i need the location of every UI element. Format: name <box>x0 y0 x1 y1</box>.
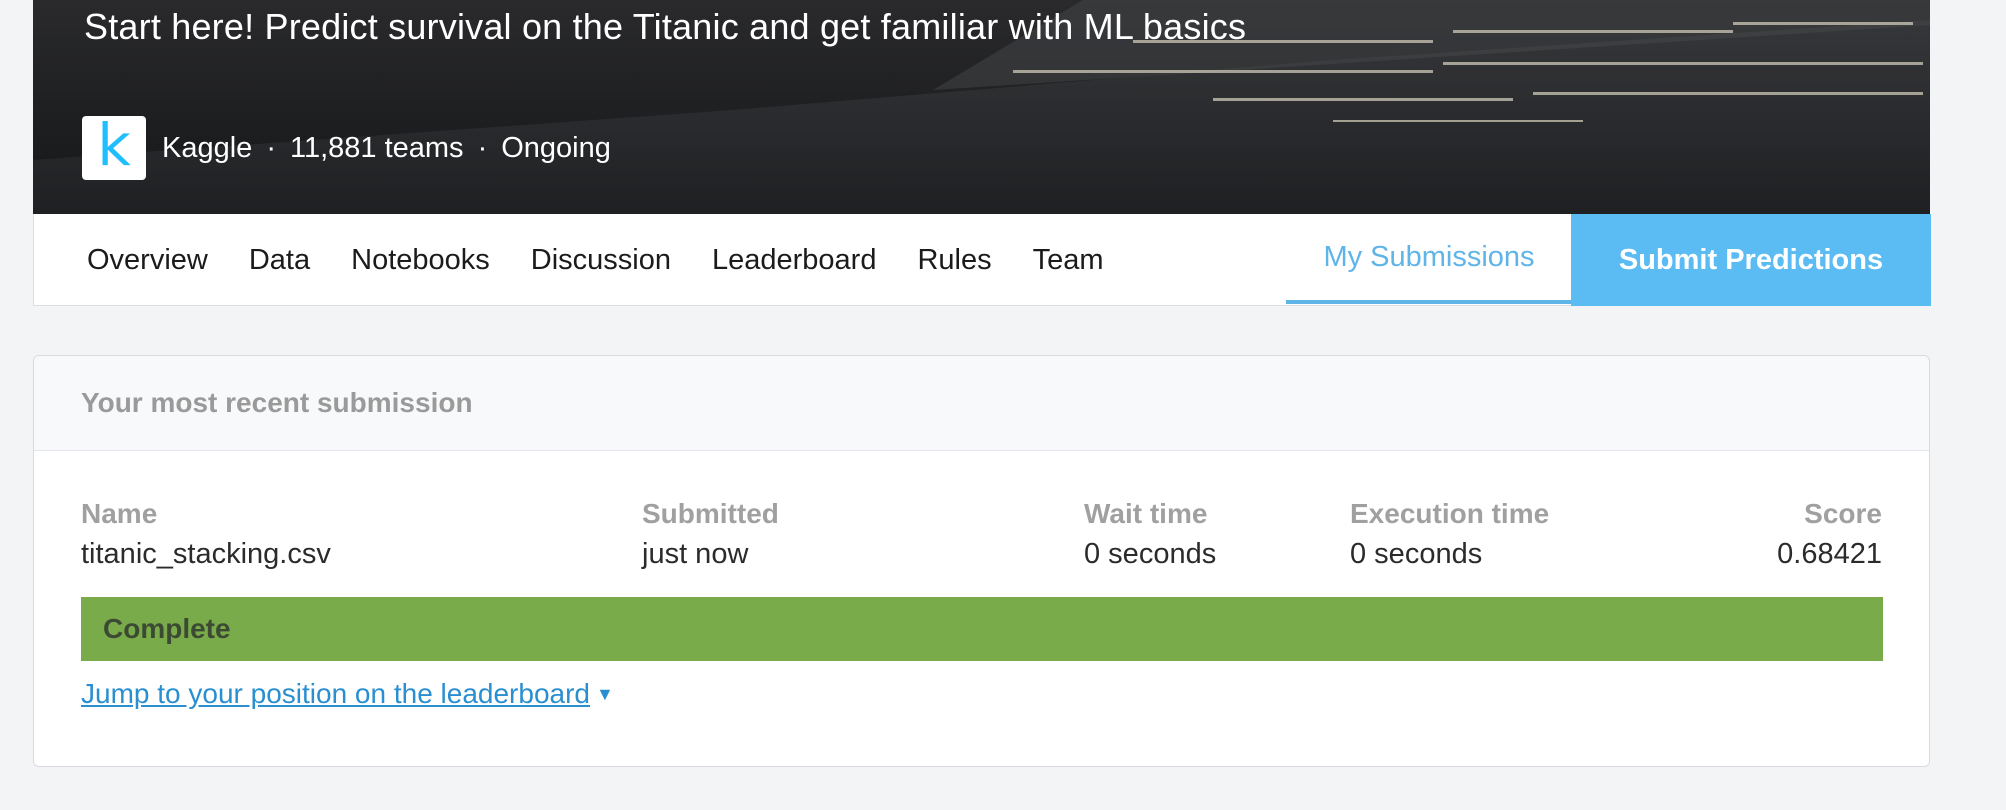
competition-header: Start here! Predict survival on the Tita… <box>33 0 1930 214</box>
nav-tabs: Overview Data Notebooks Discussion Leade… <box>87 214 1145 306</box>
host-name: Kaggle <box>162 131 253 164</box>
wait-time-value: 0 seconds <box>1084 538 1217 570</box>
tab-notebooks[interactable]: Notebooks <box>351 244 490 277</box>
submitted-label: Submitted <box>642 498 779 529</box>
execution-time-label: Execution time <box>1350 498 1550 529</box>
caret-down-icon: ▼ <box>596 684 614 704</box>
status-bar: Complete <box>81 597 1883 661</box>
recent-submission-card: Your most recent submission Name titanic… <box>33 355 1930 767</box>
execution-time-column: Execution time 0 seconds <box>1350 498 1549 571</box>
tab-my-submissions[interactable]: My Submissions <box>1286 214 1572 304</box>
score-value: 0.68421 <box>1777 538 1882 570</box>
tab-overview[interactable]: Overview <box>87 244 208 277</box>
execution-time-value: 0 seconds <box>1350 538 1483 570</box>
file-name: titanic_stacking.csv <box>81 538 331 570</box>
tab-discussion[interactable]: Discussion <box>531 244 671 277</box>
status-label: Complete <box>103 613 231 644</box>
competition-title: Start here! Predict survival on the Tita… <box>84 6 1247 47</box>
meta-separator: · <box>477 131 488 164</box>
wait-time-label: Wait time <box>1084 498 1208 529</box>
name-column: Name titanic_stacking.csv <box>81 498 331 571</box>
meta-separator: · <box>266 131 276 164</box>
score-label: Score <box>1804 498 1882 529</box>
tab-rules[interactable]: Rules <box>917 244 991 277</box>
kaggle-logo[interactable]: k <box>82 116 146 180</box>
competition-meta: k Kaggle · 11,881 teams · Ongoing <box>82 116 611 180</box>
tab-leaderboard[interactable]: Leaderboard <box>712 244 876 277</box>
submit-predictions-button[interactable]: Submit Predictions <box>1571 214 1931 306</box>
tab-team[interactable]: Team <box>1033 244 1104 277</box>
jump-to-leaderboard-link[interactable]: Jump to your position on the leaderboard… <box>81 678 614 710</box>
tab-data[interactable]: Data <box>249 244 310 277</box>
wait-time-column: Wait time 0 seconds <box>1084 498 1216 571</box>
name-label: Name <box>81 498 158 529</box>
kaggle-logo-letter: k <box>97 111 131 179</box>
jump-link-text: Jump to your position on the leaderboard <box>81 678 590 709</box>
competition-status: Ongoing <box>501 131 611 164</box>
submitted-column: Submitted just now <box>642 498 779 571</box>
card-title: Your most recent submission <box>34 356 1929 451</box>
team-count: 11,881 teams <box>289 131 464 164</box>
competition-nav: Overview Data Notebooks Discussion Leade… <box>33 214 1931 306</box>
score-column: Score 0.68421 <box>1777 498 1882 571</box>
submitted-value: just now <box>642 538 749 570</box>
